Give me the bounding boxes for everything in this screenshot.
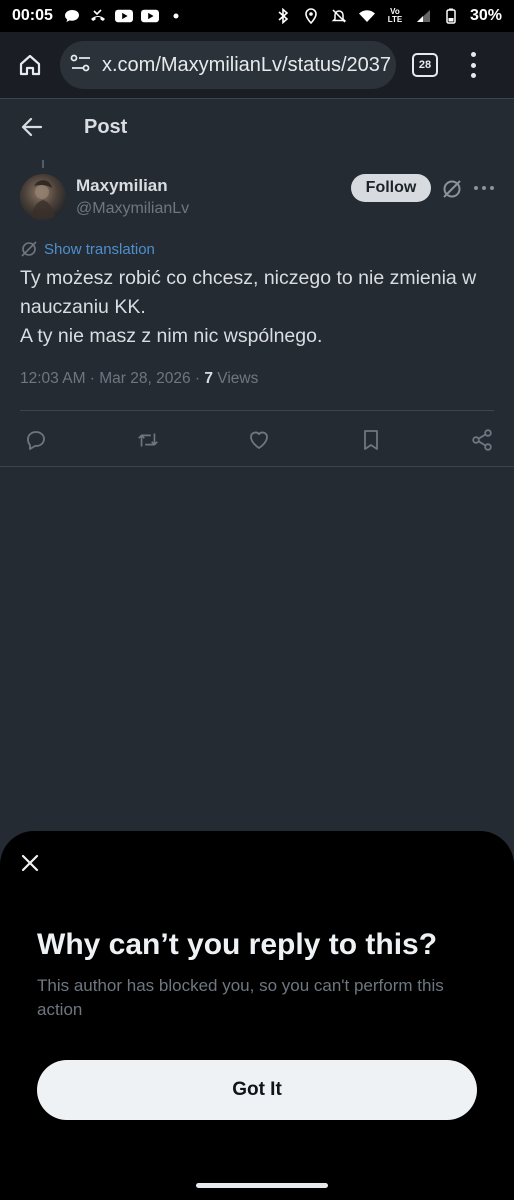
post-meta: 12:03 AM · Mar 28, 2026 · 7 Views	[20, 370, 258, 388]
page-header: Post	[0, 99, 514, 155]
back-button[interactable]	[20, 115, 44, 139]
author-handle[interactable]: @MaxymilianLv	[76, 200, 189, 218]
got-it-button[interactable]: Got It	[37, 1060, 477, 1120]
author-name[interactable]: Maxymilian	[76, 176, 168, 196]
views-label: Views	[213, 370, 259, 387]
close-button[interactable]	[18, 851, 42, 875]
sheet-description: This author has blocked you, so you can'…	[37, 976, 444, 1019]
youtube-icon	[140, 8, 159, 24]
more-notifications-dot-icon	[167, 8, 185, 24]
grok-icon[interactable]	[440, 177, 464, 201]
status-bar: 00:05 Vo LTE 30%	[0, 0, 514, 32]
volte-label: Vo LTE	[387, 7, 403, 24]
battery-icon	[442, 8, 460, 24]
post-timestamp[interactable]: 12:03 AM · Mar 28, 2026 ·	[20, 370, 204, 387]
show-translation-link[interactable]: Show translation	[20, 240, 155, 258]
avatar[interactable]	[20, 174, 66, 220]
location-icon	[302, 8, 320, 24]
divider	[20, 410, 494, 411]
gesture-home-indicator[interactable]	[196, 1183, 328, 1188]
divider	[0, 466, 514, 467]
bookmark-icon[interactable]	[359, 428, 383, 452]
reply-icon[interactable]	[24, 428, 48, 452]
battery-percent: 30%	[469, 7, 502, 24]
address-bar[interactable]: x.com/MaxymilianLv/status/2037	[60, 41, 396, 89]
url-text[interactable]: x.com/MaxymilianLv/status/2037	[102, 54, 391, 77]
like-heart-icon[interactable]	[247, 428, 271, 452]
close-icon	[21, 854, 39, 872]
youtube-icon	[114, 8, 133, 24]
post-actions	[24, 426, 494, 454]
status-time: 00:05	[12, 7, 53, 24]
page-title: Post	[84, 115, 128, 138]
system-icons: Vo LTE 30%	[274, 7, 502, 25]
share-icon[interactable]	[470, 428, 494, 452]
home-icon	[19, 54, 41, 76]
repost-icon[interactable]	[136, 428, 160, 452]
show-translation-label[interactable]: Show translation	[44, 241, 155, 258]
chat-notification-icon	[63, 8, 81, 24]
bluetooth-icon	[274, 8, 292, 24]
translate-icon	[21, 241, 37, 257]
thread-connector	[42, 160, 44, 168]
post-text: Ty możesz robić co chcesz, niczego to ni…	[20, 264, 500, 351]
blocked-reply-sheet: Why can’t you reply to this? This author…	[0, 831, 514, 1200]
site-settings-icon[interactable]	[70, 53, 92, 78]
post-text-line: Ty możesz robić co chcesz, niczego to ni…	[20, 267, 477, 318]
home-button[interactable]	[12, 47, 48, 83]
sheet-title: Why can’t you reply to this?	[37, 928, 438, 961]
arrow-left-icon	[21, 117, 43, 137]
signal-icon	[414, 8, 432, 24]
menu-dot	[470, 73, 476, 78]
menu-dot	[470, 62, 476, 68]
browser-menu-button[interactable]	[468, 52, 478, 78]
missed-call-icon	[89, 8, 107, 24]
tab-switcher-button[interactable]: 28	[412, 53, 438, 77]
browser-toolbar: x.com/MaxymilianLv/status/2037 28	[0, 32, 514, 98]
follow-button[interactable]: Follow	[351, 174, 431, 202]
notifications-off-icon	[330, 8, 348, 24]
menu-dot	[470, 52, 476, 57]
more-options-icon[interactable]	[474, 184, 494, 192]
more-dot	[482, 186, 486, 190]
more-dot	[474, 186, 478, 190]
more-dot	[490, 186, 494, 190]
post-text-line: A ty nie masz z nim nic wspólnego.	[20, 325, 323, 347]
notification-icons	[63, 8, 185, 24]
views-count: 7	[204, 370, 213, 387]
wifi-icon	[358, 8, 376, 24]
